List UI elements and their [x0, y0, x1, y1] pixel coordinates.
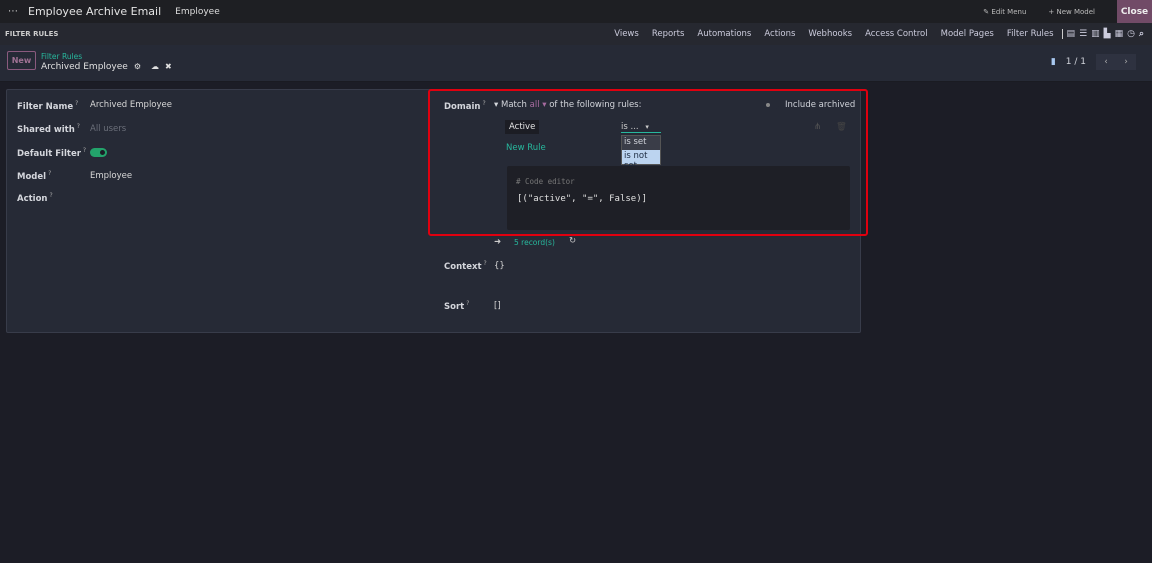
nav-filter-rules[interactable]: Filter Rules — [1007, 29, 1054, 39]
context-label: Context? — [444, 260, 487, 272]
new-button[interactable]: New — [7, 51, 36, 70]
default-filter-toggle[interactable] — [90, 148, 107, 157]
close-button[interactable]: Close — [1117, 0, 1152, 23]
nav-access-control[interactable]: Access Control — [865, 29, 928, 39]
nav-webhooks[interactable]: Webhooks — [808, 29, 852, 39]
activity-view-icon[interactable]: ◷ — [1127, 29, 1135, 39]
shared-with-label: Shared with? — [17, 123, 80, 135]
gear-icon[interactable]: ⚙ — [134, 62, 141, 71]
apps-grid-icon[interactable]: ⋯ — [8, 6, 18, 17]
nav-views[interactable]: Views — [614, 29, 639, 39]
pager: ▮ 1 / 1 ‹ › — [1051, 54, 1136, 70]
model-label: Model? — [17, 170, 52, 182]
model-field[interactable]: Employee — [90, 171, 132, 181]
context-field[interactable]: {} — [494, 261, 505, 271]
edit-menu-button[interactable]: ✎ Edit Menu — [983, 8, 1026, 16]
menu-employee[interactable]: Employee — [175, 7, 220, 17]
sort-field[interactable]: [] — [494, 301, 501, 311]
bookmark-icon[interactable]: ▮ — [1051, 57, 1056, 67]
discard-icon[interactable]: ✖ — [165, 62, 172, 71]
section-label: FILTER RULES — [5, 30, 59, 38]
new-model-button[interactable]: + New Model — [1048, 8, 1095, 16]
kanban-view-icon[interactable]: ▥ — [1091, 29, 1100, 39]
nav-reports[interactable]: Reports — [652, 29, 685, 39]
sort-label: Sort? — [444, 300, 470, 312]
nav-actions[interactable]: Actions — [764, 29, 795, 39]
pager-value[interactable]: 1 / 1 — [1066, 57, 1086, 67]
highlight-box — [428, 89, 868, 236]
nav-model-pages[interactable]: Model Pages — [941, 29, 994, 39]
nav-automations[interactable]: Automations — [697, 29, 751, 39]
records-link[interactable]: 5 record(s) — [514, 238, 555, 247]
refresh-icon[interactable]: ↻ — [569, 236, 576, 246]
breadcrumb-current: Archived Employee ⚙ ☁ ✖ — [41, 62, 172, 72]
sub-navbar: FILTER RULES Views Reports Automations A… — [0, 23, 1152, 45]
search-icon[interactable]: ⌕ — [1139, 29, 1144, 39]
action-label: Action? — [17, 192, 53, 204]
default-filter-label: Default Filter? — [17, 147, 87, 159]
save-cloud-icon[interactable]: ☁ — [151, 62, 159, 71]
previous-button[interactable]: ‹ — [1096, 54, 1116, 70]
top-navbar: ⋯ Employee Archive Email Employee ✎ Edit… — [0, 0, 1152, 23]
list-view-icon[interactable]: ☰ — [1079, 29, 1087, 39]
filter-name-label: Filter Name? — [17, 100, 79, 112]
arrow-right-icon: ➜ — [494, 237, 502, 247]
filter-name-field[interactable]: Archived Employee — [90, 100, 172, 110]
app-title[interactable]: Employee Archive Email — [28, 5, 161, 18]
pivot-view-icon[interactable]: ▦ — [1115, 29, 1124, 39]
next-button[interactable]: › — [1116, 54, 1136, 70]
graph-view-icon[interactable]: ▙ — [1104, 29, 1111, 39]
form-view-icon[interactable]: ▤ — [1067, 29, 1076, 39]
breadcrumb-parent[interactable]: Filter Rules — [41, 52, 82, 61]
shared-with-field[interactable]: All users — [90, 124, 126, 134]
control-panel: New Filter Rules Archived Employee ⚙ ☁ ✖ ▮ … — [0, 45, 1152, 82]
